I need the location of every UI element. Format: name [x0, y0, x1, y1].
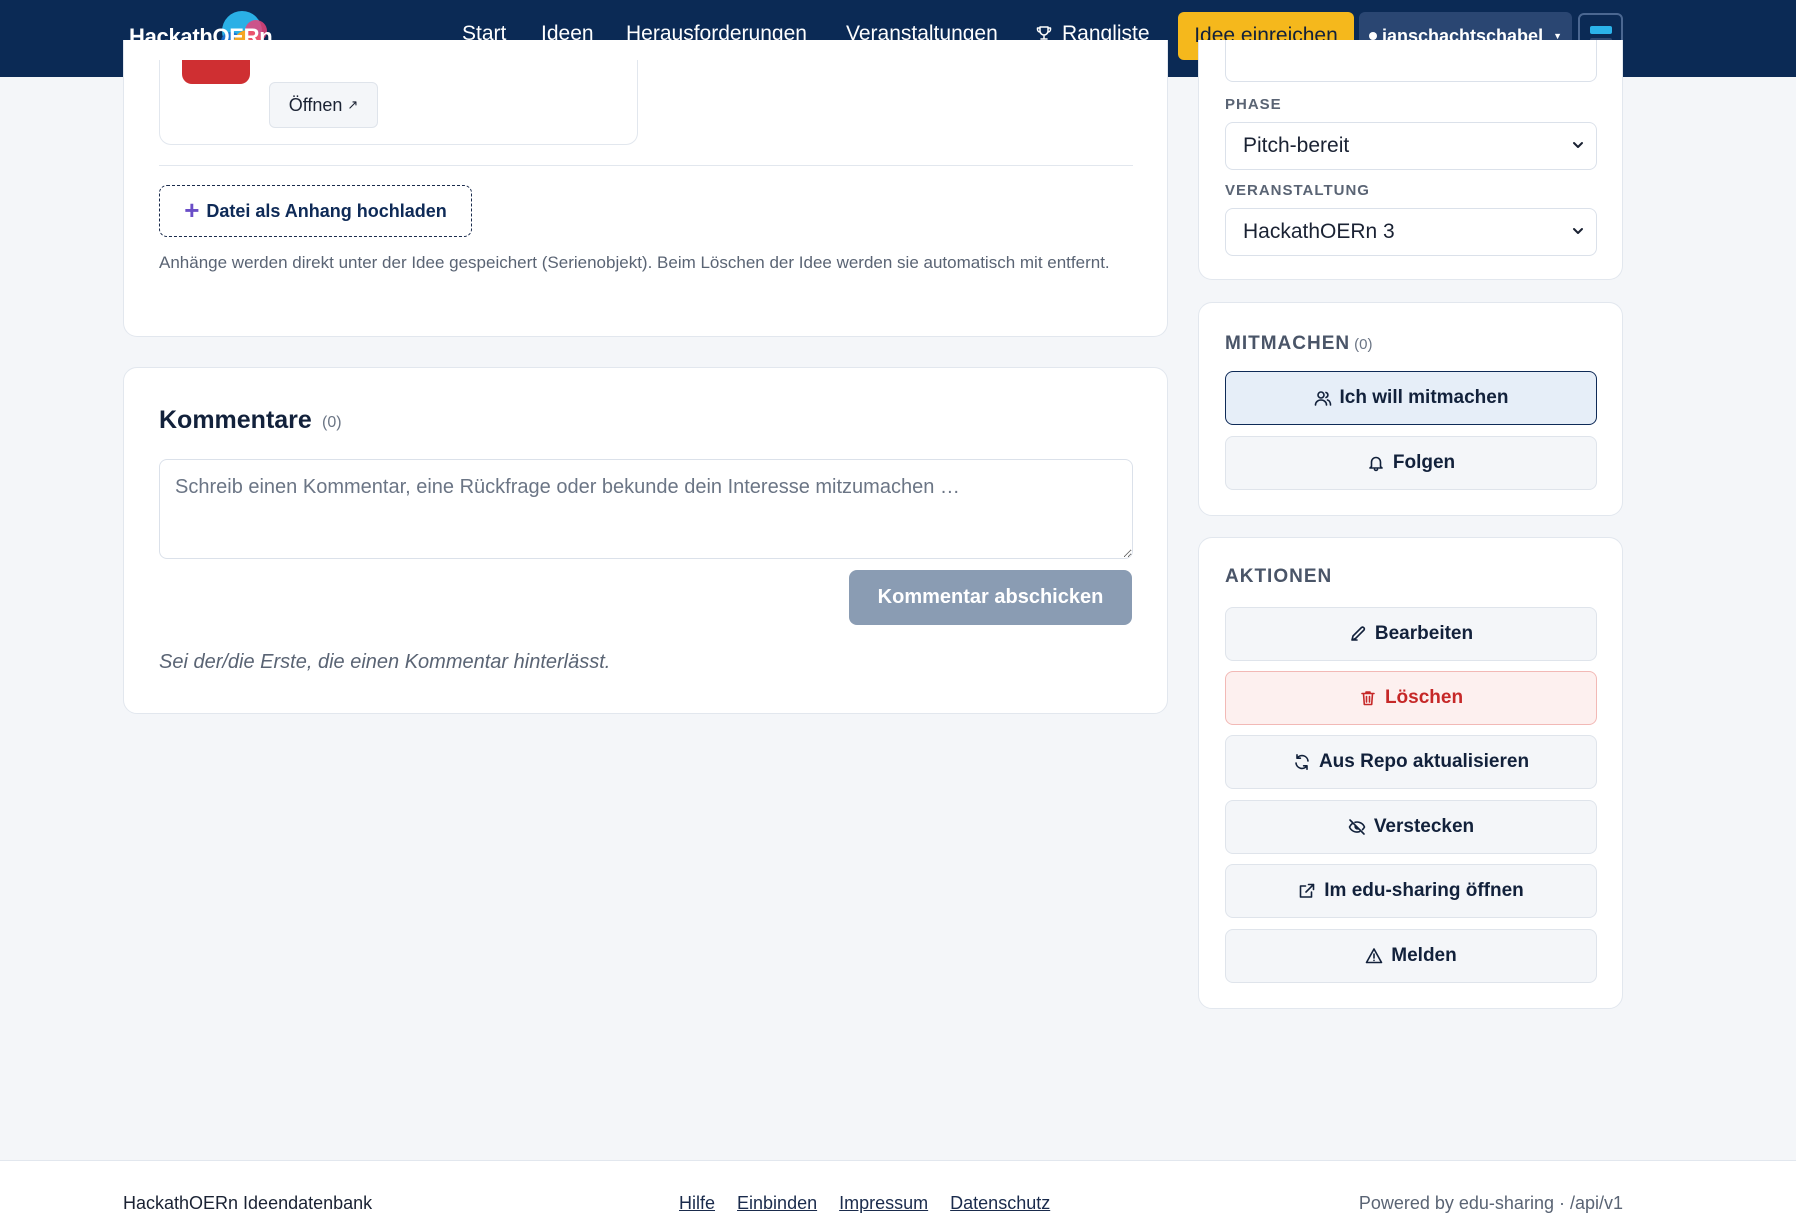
- comment-input[interactable]: [159, 459, 1133, 559]
- open-edu-label: Im edu-sharing öffnen: [1324, 880, 1524, 901]
- upload-attachment-label: Datei als Anhang hochladen: [206, 200, 447, 221]
- online-status-dot: [1369, 32, 1377, 40]
- join-label: Ich will mitmachen: [1339, 387, 1509, 408]
- report-button[interactable]: Melden: [1225, 929, 1597, 983]
- file-type-badge: [182, 60, 250, 84]
- event-select[interactable]: HackathOERn 3: [1225, 208, 1597, 256]
- join-card: MITMACHEN (0) Ich will mitmachen Folgen: [1198, 302, 1623, 516]
- divider: [159, 165, 1133, 166]
- delete-button[interactable]: Löschen: [1225, 671, 1597, 725]
- report-label: Melden: [1391, 945, 1457, 966]
- join-count: (0): [1354, 336, 1373, 353]
- layout-toggle-icon: [1589, 26, 1612, 34]
- hide-button[interactable]: Verstecken: [1225, 800, 1597, 854]
- comments-title: Kommentare: [159, 406, 312, 434]
- edit-button[interactable]: Bearbeiten: [1225, 607, 1597, 661]
- phase-value: Pitch-bereit: [1243, 134, 1350, 157]
- event-value: HackathOERn 3: [1243, 220, 1395, 243]
- chevron-down-icon: [1573, 142, 1583, 148]
- refresh-from-repo-button[interactable]: Aus Repo aktualisieren: [1225, 735, 1597, 789]
- footer-link-hilfe[interactable]: Hilfe: [679, 1193, 715, 1213]
- join-title: MITMACHEN: [1225, 333, 1351, 354]
- refresh-icon: [1295, 754, 1309, 770]
- eye-off-icon: [1348, 819, 1366, 835]
- hide-label: Verstecken: [1373, 816, 1475, 837]
- warning-triangle-icon: [1365, 948, 1383, 964]
- attachments-card: Öffnen ↗ + Datei als Anhang hochladen An…: [123, 40, 1168, 337]
- footer: HackathOERn Ideendatenbank Hilfe Einbind…: [0, 1160, 1796, 1219]
- footer-link-impressum[interactable]: Impressum: [839, 1193, 928, 1213]
- send-comment-button[interactable]: Kommentar abschicken: [849, 570, 1132, 625]
- open-in-edu-sharing-button[interactable]: Im edu-sharing öffnen: [1225, 864, 1597, 918]
- edit-label: Bearbeiten: [1374, 623, 1474, 644]
- bell-icon: [1369, 456, 1383, 472]
- plus-icon: +: [184, 194, 200, 225]
- chevron-down-icon: [1573, 228, 1583, 234]
- footer-powered-by: Powered by edu-sharing · /api/v1: [1358, 1193, 1623, 1213]
- follow-label: Folgen: [1392, 452, 1456, 473]
- attachment-item: Öffnen ↗: [159, 60, 638, 145]
- join-section-title: MITMACHEN (0): [1225, 333, 1372, 355]
- empty-comments-note: Sei der/die Erste, die einen Kommentar h…: [159, 651, 611, 673]
- event-label: VERANSTALTUNG: [1225, 182, 1370, 199]
- users-icon: [1314, 391, 1331, 406]
- footer-link-einbinden[interactable]: Einbinden: [737, 1193, 817, 1213]
- trophy-icon: [1036, 26, 1052, 40]
- previous-field[interactable]: [1225, 40, 1597, 82]
- actions-card: AKTIONEN Bearbeiten Löschen Aus Repo akt…: [1198, 537, 1623, 1009]
- idea-meta-card: PHASE Pitch-bereit VERANSTALTUNG Hackath…: [1198, 40, 1623, 280]
- arrow-up-right-icon: ↗: [347, 97, 359, 112]
- attachments-note: Anhänge werden direkt unter der Idee ges…: [159, 253, 1110, 272]
- trash-icon: [1361, 691, 1375, 706]
- comments-count: (0): [322, 414, 342, 431]
- open-attachment-button[interactable]: Öffnen ↗: [269, 82, 378, 128]
- footer-links: Hilfe Einbinden Impressum Datenschutz: [679, 1193, 1067, 1214]
- phase-label: PHASE: [1225, 96, 1282, 113]
- phase-select[interactable]: Pitch-bereit: [1225, 122, 1597, 170]
- actions-title: AKTIONEN: [1225, 566, 1333, 587]
- delete-label: Löschen: [1384, 687, 1464, 708]
- logo-text: HackathOERn: [129, 24, 273, 49]
- footer-link-datenschutz[interactable]: Datenschutz: [950, 1193, 1050, 1213]
- comments-card: Kommentare (0) Kommentar abschicken Sei …: [123, 367, 1168, 714]
- join-button[interactable]: Ich will mitmachen: [1225, 371, 1597, 425]
- footer-site-name: HackathOERn Ideendatenbank: [123, 1193, 373, 1213]
- refresh-label: Aus Repo aktualisieren: [1318, 751, 1530, 772]
- pencil-icon: [1351, 626, 1365, 641]
- open-attachment-label: Öffnen: [288, 94, 343, 115]
- follow-button[interactable]: Folgen: [1225, 436, 1597, 490]
- upload-attachment-button[interactable]: + Datei als Anhang hochladen: [159, 185, 472, 237]
- external-link-icon: [1299, 883, 1315, 898]
